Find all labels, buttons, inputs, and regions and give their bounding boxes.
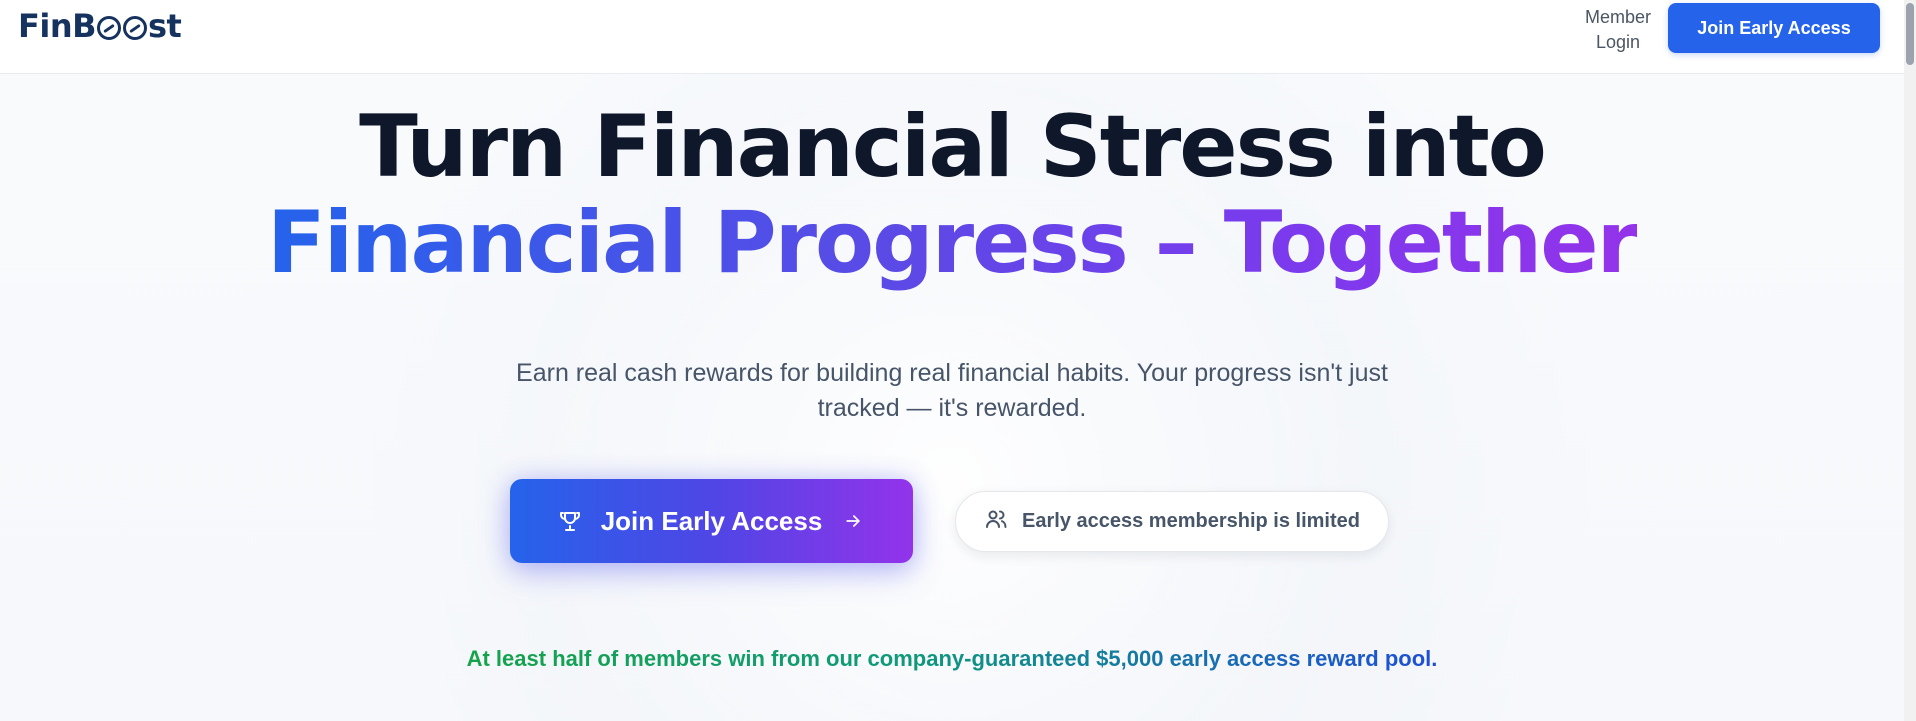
primary-cta-label: Join Early Access xyxy=(600,505,823,536)
hero-title-gradient-text: Financial Progress – Together xyxy=(267,193,1639,293)
member-login-link[interactable]: Member Login xyxy=(1570,5,1666,55)
primary-join-early-access-button[interactable]: Join Early Access xyxy=(510,479,913,563)
users-icon xyxy=(984,507,1008,536)
finboost-logo[interactable]: FinB st xyxy=(18,6,182,46)
logo-text-right: st xyxy=(148,7,182,45)
reward-pool-note-text: At least half of members win from our co… xyxy=(466,646,1438,671)
logo-wordmark: FinB st xyxy=(18,6,182,46)
member-login-line1: Member xyxy=(1584,7,1651,27)
trophy-icon xyxy=(557,508,583,534)
reward-pool-note: At least half of members win from our co… xyxy=(0,644,1904,674)
header-join-early-access-button[interactable]: Join Early Access xyxy=(1668,3,1880,53)
logo-text-left: FinB xyxy=(18,7,97,45)
arrow-right-icon xyxy=(840,508,866,534)
hero-title-line2: Financial Progress – Together xyxy=(0,188,1904,298)
logo-o-icon xyxy=(123,16,147,40)
page-scrollbar[interactable] xyxy=(1904,0,1916,721)
limited-membership-text: Early access membership is limited xyxy=(1022,510,1360,532)
scrollbar-thumb[interactable] xyxy=(1906,3,1914,65)
hero-title-line1: Turn Financial Stress into xyxy=(359,97,1547,197)
limited-membership-badge: Early access membership is limited xyxy=(955,491,1389,552)
top-navigation: FinB st Member Login Join Early Access xyxy=(0,0,1904,74)
member-login-line2: Login xyxy=(1595,32,1641,52)
hero-subtext: Earn real cash rewards for building real… xyxy=(516,359,1388,422)
logo-o-icon xyxy=(97,16,121,40)
